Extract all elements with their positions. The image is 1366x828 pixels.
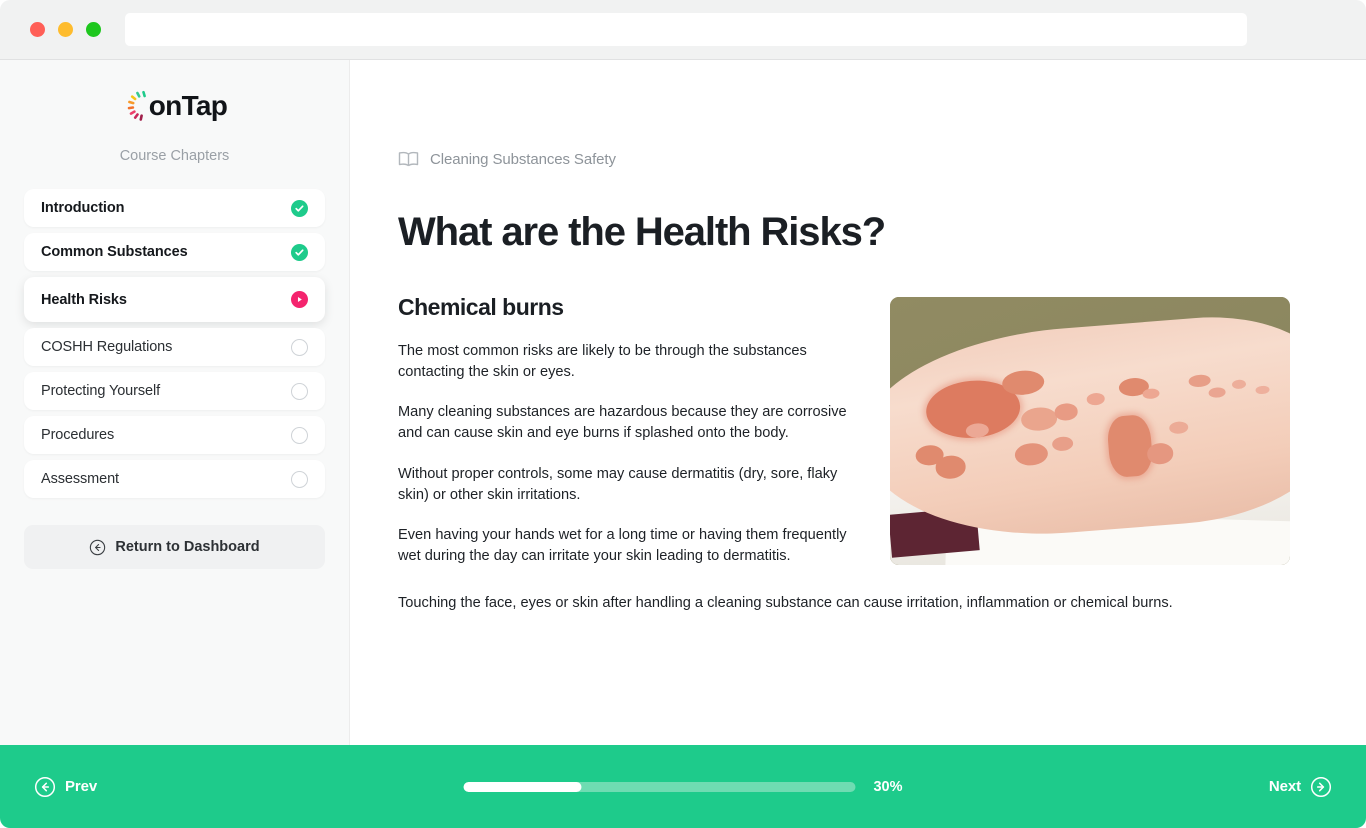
sidebar-item-procedures[interactable]: Procedures	[24, 416, 325, 454]
app-window: onTap Course Chapters Introduction Commo…	[0, 0, 1366, 828]
chapter-label: COSHH Regulations	[41, 339, 173, 355]
chapter-label: Procedures	[41, 427, 115, 443]
status-icon-complete	[291, 243, 308, 261]
breadcrumb: Cleaning Substances Safety	[398, 150, 1286, 168]
body-paragraph: The most common risks are likely to be t…	[398, 343, 807, 381]
sidebar-item-assessment[interactable]: Assessment	[24, 460, 325, 498]
prev-button[interactable]: Prev	[24, 770, 107, 804]
sunburst-icon	[127, 90, 146, 121]
sidebar-item-common-substances[interactable]: Common Substances	[24, 233, 325, 271]
check-icon	[295, 248, 304, 256]
brand-logo: onTap	[24, 64, 325, 148]
chapter-label: Health Risks	[41, 291, 127, 308]
sidebar-item-introduction[interactable]: Introduction	[24, 189, 325, 227]
arrow-left-circle-icon	[90, 539, 106, 555]
page-title: What are the Health Risks?	[398, 210, 886, 254]
status-icon-complete	[291, 199, 308, 217]
chapter-label: Assessment	[41, 471, 119, 487]
media-column	[890, 294, 1290, 565]
chapter-label: Common Substances	[41, 244, 188, 260]
close-window-button[interactable]	[30, 22, 45, 37]
address-bar-input[interactable]	[125, 13, 1247, 46]
health-risk-photo	[890, 297, 1290, 565]
chapter-label: Protecting Yourself	[41, 383, 161, 399]
next-button[interactable]: Next	[1259, 770, 1342, 804]
body-area: onTap Course Chapters Introduction Commo…	[0, 60, 1366, 745]
browser-chrome	[0, 0, 1366, 60]
sidebar-heading: Course Chapters	[119, 148, 230, 164]
content-columns: Chemical burns The most common risks are…	[398, 294, 1290, 567]
window-traffic-lights	[30, 22, 101, 37]
open-book-icon	[398, 151, 419, 167]
return-to-dashboard-label: Return to Dashboard	[115, 539, 260, 555]
arrow-left-circle-icon	[34, 776, 56, 797]
section-title: Chemical burns	[398, 294, 564, 320]
body-paragraph: Many cleaning substances are hazardous b…	[398, 404, 847, 442]
full-width-paragraph: Touching the face, eyes or skin after ha…	[398, 595, 1173, 612]
status-icon-pending	[291, 426, 308, 444]
progress-bar-fill	[463, 781, 582, 792]
logo-wordmark: onTap	[148, 90, 228, 121]
text-column: Chemical burns The most common risks are…	[398, 294, 856, 567]
sidebar-item-coshh-regulations[interactable]: COSHH Regulations	[24, 328, 325, 366]
status-icon-pending	[291, 470, 308, 488]
progress-percent-label: 30%	[873, 778, 903, 795]
next-label: Next	[1268, 778, 1301, 795]
course-progress: 30%	[463, 778, 903, 795]
maximize-window-button[interactable]	[86, 22, 101, 37]
play-icon	[297, 296, 302, 303]
status-icon-pending	[291, 382, 308, 400]
status-icon-pending	[291, 338, 308, 356]
main-content: Cleaning Substances Safety What are the …	[350, 60, 1366, 745]
chapter-label: Introduction	[41, 200, 125, 216]
chapter-list: Introduction Common Substances Health Ri…	[24, 189, 325, 498]
check-icon	[295, 204, 304, 212]
sidebar-item-health-risks[interactable]: Health Risks	[24, 277, 325, 322]
progress-bar-track[interactable]	[463, 781, 856, 792]
course-navigation-footer: Prev 30% Next	[0, 745, 1366, 828]
sidebar: onTap Course Chapters Introduction Commo…	[0, 60, 350, 745]
body-paragraph: Without proper controls, some may cause …	[398, 465, 838, 503]
breadcrumb-label: Cleaning Substances Safety	[430, 150, 616, 168]
minimize-window-button[interactable]	[58, 22, 73, 37]
body-paragraph: Even having your hands wet for a long ti…	[398, 526, 847, 565]
status-icon-current	[291, 291, 308, 308]
return-to-dashboard-button[interactable]: Return to Dashboard	[24, 525, 325, 569]
arrow-right-circle-icon	[1310, 776, 1332, 797]
prev-label: Prev	[65, 778, 98, 795]
sidebar-item-protecting-yourself[interactable]: Protecting Yourself	[24, 372, 325, 410]
